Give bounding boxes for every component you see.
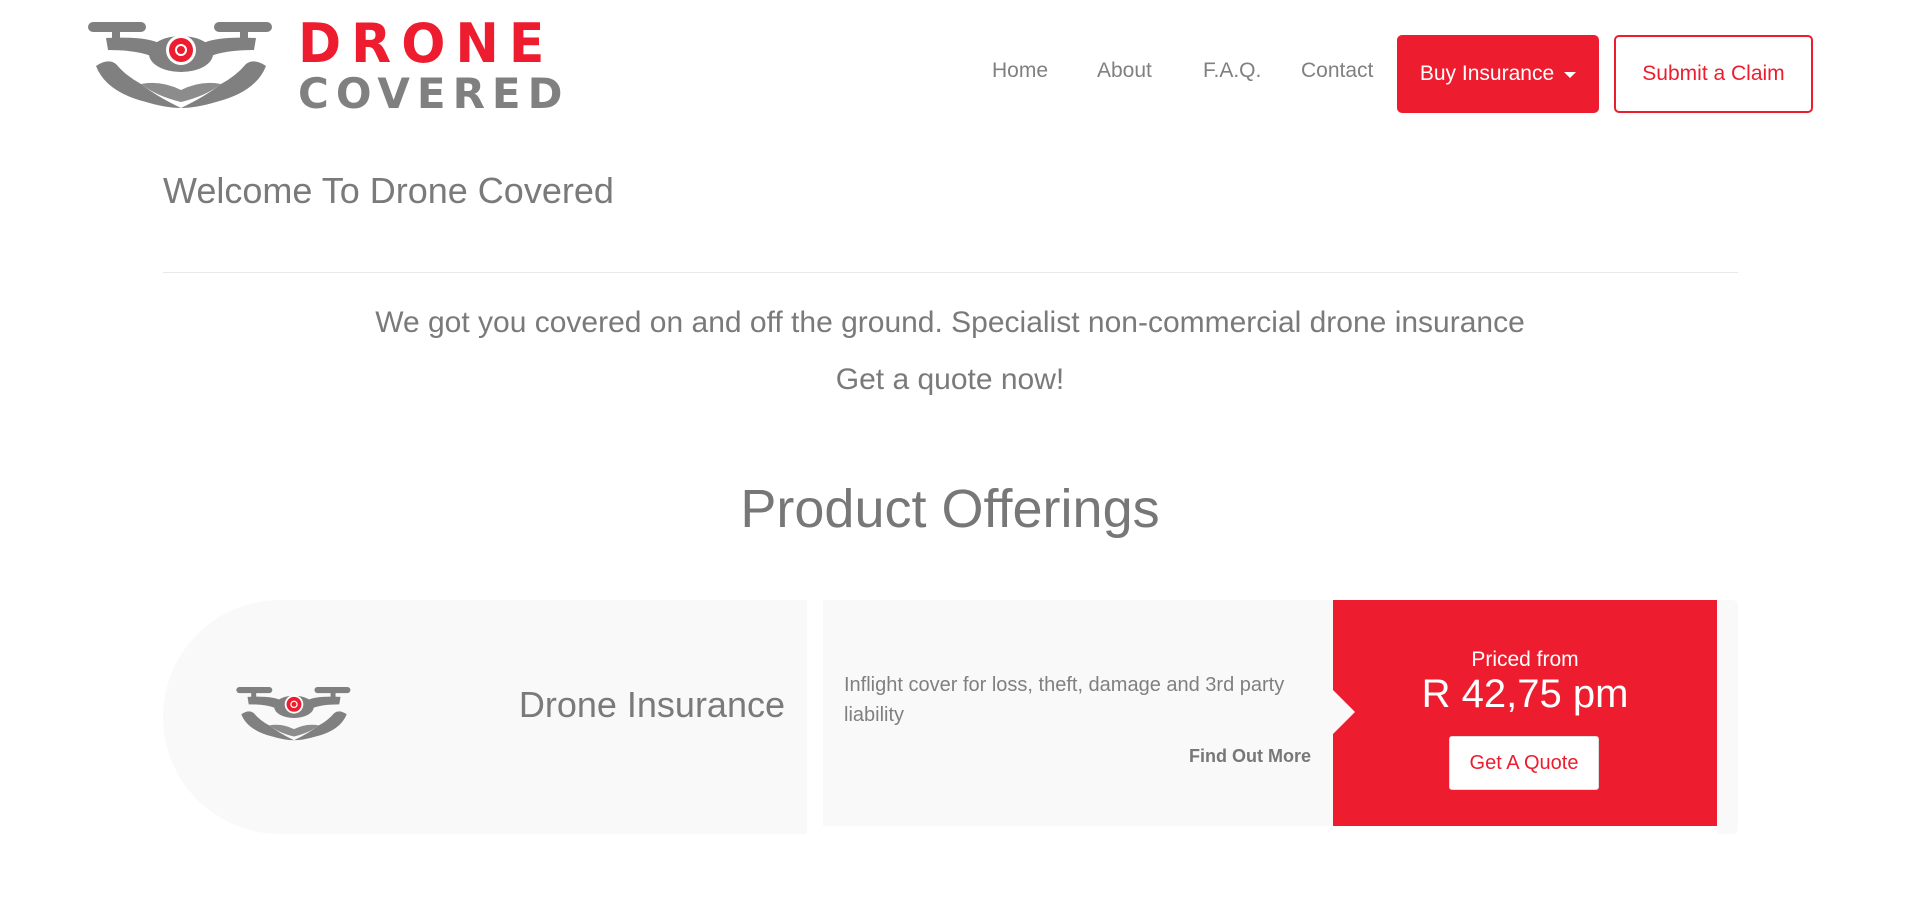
logo-text-drone: DRONE [298, 12, 555, 76]
submit-claim-label: Submit a Claim [1642, 62, 1785, 85]
logo[interactable]: DRONE COVERED [86, 14, 563, 116]
product-price: R 42,75 pm [1421, 672, 1629, 716]
product-card-drone-insurance: Drone Insurance Inflight cover for loss,… [163, 600, 1738, 834]
find-out-more-link[interactable]: Find Out More [1189, 746, 1311, 767]
card-separator [807, 600, 823, 834]
buy-insurance-label: Buy Insurance [1419, 62, 1555, 85]
nav-link-home[interactable]: Home [992, 59, 1048, 83]
tagline: We got you covered on and off the ground… [375, 306, 1525, 339]
divider [163, 272, 1738, 273]
drone-hands-logo-icon [88, 22, 272, 108]
site-header: DRONE COVERED Home About F.A.Q. Contact … [0, 0, 1930, 130]
product-description: Inflight cover for loss, theft, damage a… [844, 674, 1285, 726]
product-description-panel: Inflight cover for loss, theft, damage a… [823, 600, 1333, 826]
buy-insurance-dropdown-button[interactable]: Buy Insurance [1397, 35, 1599, 113]
logo-wordmark: DRONE COVERED [298, 12, 570, 118]
logo-text-covered: COVERED [298, 69, 570, 118]
quote-cta-text: Get a quote now! [835, 363, 1065, 396]
nav-link-contact[interactable]: Contact [1301, 59, 1373, 83]
section-title-product-offerings: Product Offerings [740, 479, 1160, 539]
product-card-header: Drone Insurance [163, 600, 807, 834]
nav-link-faq[interactable]: F.A.Q. [1203, 59, 1261, 83]
drone-hands-icon [236, 686, 351, 741]
product-price-panel: Priced from R 42,75 pm Get A Quote [1333, 600, 1717, 826]
submit-claim-button[interactable]: Submit a Claim [1614, 35, 1813, 113]
get-a-quote-label: Get A Quote [1469, 751, 1579, 774]
caret-down-icon [1564, 72, 1577, 78]
page-title: Welcome To Drone Covered [163, 170, 614, 211]
product-name: Drone Insurance [518, 684, 785, 725]
get-a-quote-button[interactable]: Get A Quote [1449, 736, 1599, 790]
priced-from-label: Priced from [1471, 648, 1579, 671]
card-edge [1717, 600, 1738, 834]
nav-link-about[interactable]: About [1097, 59, 1152, 83]
